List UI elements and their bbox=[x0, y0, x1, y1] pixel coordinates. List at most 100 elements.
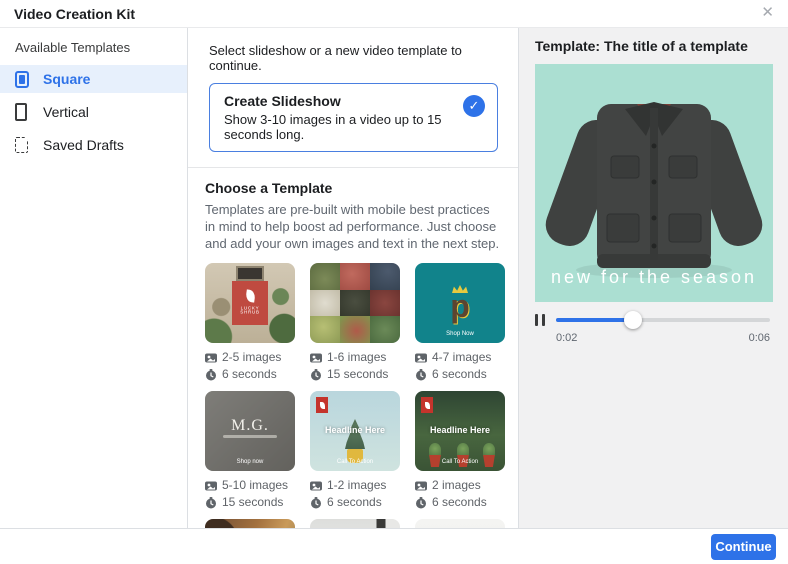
video-preview[interactable]: new for the season bbox=[535, 64, 773, 302]
images-count: 5-10 images bbox=[222, 478, 289, 492]
sidebar-item-vertical[interactable]: Vertical bbox=[0, 98, 187, 126]
clock-icon bbox=[415, 496, 427, 509]
video-creation-kit-dialog: Video Creation Kit ✕ Available Templates… bbox=[0, 0, 788, 564]
template-caption: 4-7 images 6 seconds bbox=[415, 349, 505, 383]
vertical-format-icon bbox=[15, 103, 33, 121]
templates-sidebar: Available Templates Square Vertical Save… bbox=[0, 28, 188, 528]
brand-banner: LUCKY SHRUB bbox=[232, 281, 268, 325]
create-slideshow-card[interactable]: Create Slideshow Show 3-10 images in a v… bbox=[209, 83, 498, 152]
create-slideshow-description: Show 3-10 images in a video up to 15 sec… bbox=[224, 112, 442, 142]
sidebar-item-label: Vertical bbox=[43, 104, 89, 120]
plant-shape bbox=[429, 443, 441, 457]
sidebar-item-square[interactable]: Square bbox=[0, 65, 187, 93]
template-thumbnail-succulent[interactable] bbox=[415, 519, 505, 528]
template-preview-panel: Template: The title of a template new fo… bbox=[519, 28, 788, 528]
template-cell: 1-6 images 15 seconds bbox=[310, 263, 400, 391]
brand-badge-icon bbox=[316, 397, 328, 413]
template-cell bbox=[205, 519, 295, 528]
cta-text: Call To Action bbox=[441, 459, 479, 465]
clock-icon bbox=[310, 368, 322, 381]
template-thumbnail-mg-building[interactable]: M.G. Shop now bbox=[205, 391, 295, 471]
template-cell bbox=[310, 519, 400, 528]
duration: 6 seconds bbox=[432, 495, 487, 509]
preview-overlay-text: new for the season bbox=[550, 267, 758, 287]
progress-fill bbox=[556, 318, 634, 322]
template-thumbnail-produce-collage[interactable] bbox=[310, 263, 400, 343]
brand-badge-icon bbox=[421, 397, 433, 413]
choose-template-heading: Choose a Template bbox=[205, 180, 333, 196]
duration: 6 seconds bbox=[432, 367, 487, 381]
template-thumbnail-tree-in-mug[interactable]: Headline Here Call To Action bbox=[310, 391, 400, 471]
pause-icon[interactable] bbox=[535, 314, 545, 326]
template-cell: p Shop Now 4-7 images 6 seconds bbox=[415, 263, 505, 391]
template-cell: Headline Here Call To Action 1-2 images … bbox=[310, 391, 400, 519]
brand-letter: p bbox=[450, 288, 470, 324]
close-icon[interactable]: ✕ bbox=[761, 4, 774, 22]
playback-controls bbox=[535, 311, 773, 329]
dialog-title: Video Creation Kit bbox=[14, 5, 136, 22]
square-format-icon bbox=[15, 70, 33, 88]
images-count: 1-6 images bbox=[327, 350, 387, 364]
sidebar-heading: Available Templates bbox=[15, 40, 131, 55]
images-count: 1-2 images bbox=[327, 478, 387, 492]
crown-icon bbox=[452, 285, 468, 293]
clock-icon bbox=[205, 368, 217, 381]
template-grid: LUCKY SHRUB 2-5 images 6 seconds 1-6 ima… bbox=[205, 263, 505, 528]
clock-icon bbox=[415, 368, 427, 381]
images-icon bbox=[205, 352, 217, 364]
seek-slider[interactable] bbox=[556, 311, 770, 329]
preview-heading: Template: The title of a template bbox=[535, 38, 748, 54]
dialog-header: Video Creation Kit ✕ bbox=[0, 0, 788, 28]
choose-template-section: Choose a Template Templates are pre-buil… bbox=[188, 167, 518, 528]
template-caption: 5-10 images 15 seconds bbox=[205, 477, 295, 511]
template-thumbnail-p-logo[interactable]: p Shop Now bbox=[415, 263, 505, 343]
cta-text: Shop Now bbox=[446, 331, 474, 337]
template-caption: 2-5 images 6 seconds bbox=[205, 349, 295, 383]
images-count: 2 images bbox=[432, 478, 481, 492]
duration: 15 seconds bbox=[222, 495, 284, 509]
total-time: 0:06 bbox=[748, 332, 770, 344]
template-cell: Headline Here Call To Action 2 images 6 … bbox=[415, 391, 505, 519]
template-caption: 2 images 6 seconds bbox=[415, 477, 505, 511]
template-cell bbox=[415, 519, 505, 528]
template-thumbnail-desk-plant[interactable] bbox=[310, 519, 400, 528]
brand-text: LUCKY SHRUB bbox=[240, 306, 260, 315]
headline-text: Headline Here bbox=[429, 425, 491, 435]
time-labels: 0:02 0:06 bbox=[556, 332, 770, 344]
subtitle-line bbox=[223, 435, 277, 438]
template-caption: 1-6 images 15 seconds bbox=[310, 349, 400, 383]
continue-button[interactable]: Continue bbox=[711, 533, 776, 560]
slider-thumb[interactable] bbox=[624, 311, 643, 329]
sidebar-item-label: Square bbox=[43, 71, 91, 87]
plant-shape bbox=[457, 443, 469, 457]
duration: 6 seconds bbox=[222, 367, 277, 381]
duration: 6 seconds bbox=[327, 495, 382, 509]
images-count: 2-5 images bbox=[222, 350, 282, 364]
dialog-footer: Continue bbox=[0, 528, 788, 564]
images-icon bbox=[415, 352, 427, 364]
sidebar-item-saved-drafts[interactable]: Saved Drafts bbox=[0, 131, 187, 159]
current-time: 0:02 bbox=[556, 332, 578, 344]
choose-template-description: Templates are pre-built with mobile best… bbox=[205, 202, 500, 251]
cta-text: Shop now bbox=[236, 459, 264, 465]
sidebar-item-label: Saved Drafts bbox=[43, 137, 124, 153]
picker-intro-text: Select slideshow or a new video template… bbox=[209, 43, 462, 73]
template-thumbnail-plants-in-pots[interactable]: Headline Here Call To Action bbox=[415, 391, 505, 471]
template-thumbnail-lucky-shrub[interactable]: LUCKY SHRUB bbox=[205, 263, 295, 343]
window-shape bbox=[236, 266, 264, 281]
images-icon bbox=[310, 352, 322, 364]
images-icon bbox=[205, 480, 217, 492]
create-slideshow-title: Create Slideshow bbox=[224, 93, 341, 109]
duration: 15 seconds bbox=[327, 367, 389, 381]
template-caption: 1-2 images 6 seconds bbox=[310, 477, 400, 511]
headline-text: Headline Here bbox=[324, 425, 386, 435]
cta-text: Call To Action bbox=[336, 459, 374, 465]
check-icon: ✓ bbox=[463, 95, 485, 117]
images-icon bbox=[415, 480, 427, 492]
brand-text: M.G. bbox=[231, 417, 269, 434]
template-thumbnail-people-talking[interactable] bbox=[205, 519, 295, 528]
clock-icon bbox=[205, 496, 217, 509]
template-picker-panel: Select slideshow or a new video template… bbox=[188, 28, 519, 528]
clock-icon bbox=[310, 496, 322, 509]
images-count: 4-7 images bbox=[432, 350, 492, 364]
